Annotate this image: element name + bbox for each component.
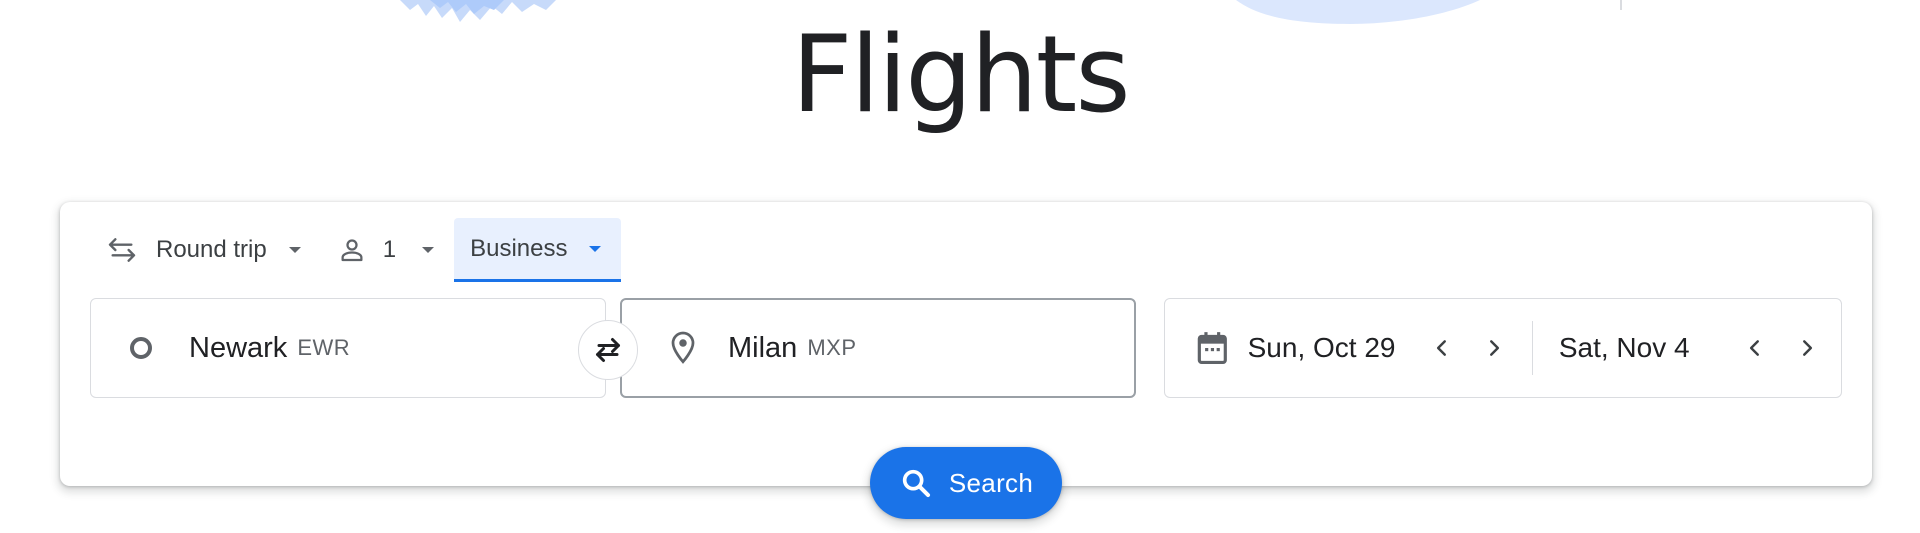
- trip-type-dropdown[interactable]: Round trip: [90, 218, 321, 282]
- page-title: Flights: [791, 13, 1130, 136]
- date-divider: [1531, 321, 1533, 375]
- destination-field[interactable]: Milan MXP: [620, 298, 1136, 398]
- cabin-class-dropdown[interactable]: Business: [454, 218, 622, 282]
- chevron-down-icon: [422, 247, 435, 253]
- departure-next-day-button[interactable]: [1476, 330, 1511, 366]
- swap-icon: [596, 338, 620, 362]
- circle-icon: [130, 337, 152, 359]
- trip-type-label: Round trip: [156, 236, 267, 263]
- cabin-class-label: Business: [470, 234, 568, 262]
- chevron-down-icon: [589, 245, 602, 252]
- departure-previous-day-button[interactable]: [1425, 330, 1460, 366]
- origin-airport-code: EWR: [297, 335, 351, 360]
- origin-city: Newark: [189, 331, 288, 364]
- chevron-left-icon: [1749, 340, 1760, 356]
- search-button-label: Search: [948, 467, 1034, 498]
- return-previous-day-button[interactable]: [1738, 330, 1773, 366]
- swap-arrows-icon: [108, 238, 136, 262]
- trip-options-bar: Round trip 1 Business: [90, 217, 622, 283]
- chevron-right-icon: [1489, 340, 1499, 356]
- passengers-dropdown[interactable]: 1: [321, 218, 454, 282]
- flight-search-card: Round trip 1 Business Newark EWR Milan M…: [60, 202, 1872, 486]
- chevron-right-icon: [1802, 340, 1812, 356]
- return-date[interactable]: Sat, Nov 4: [1559, 332, 1738, 364]
- departure-date[interactable]: Sun, Oct 29: [1248, 332, 1425, 364]
- location-pin-icon: [671, 331, 695, 364]
- passenger-count: 1: [382, 236, 397, 263]
- chevron-left-icon: [1436, 340, 1446, 356]
- date-range-field: Sun, Oct 29 Sat, Nov 4: [1164, 298, 1842, 398]
- search-button[interactable]: Search: [870, 447, 1062, 519]
- search-icon: [902, 469, 930, 498]
- destination-airport-code: MXP: [807, 335, 857, 360]
- origin-field[interactable]: Newark EWR: [90, 298, 606, 398]
- swap-origin-destination-button[interactable]: [578, 320, 638, 380]
- destination-city: Milan: [728, 331, 798, 364]
- calendar-icon: [1197, 332, 1227, 365]
- chevron-down-icon: [288, 247, 301, 253]
- flights-page: Flights Round trip 1 Business Newark EWR…: [0, 0, 1920, 533]
- return-next-day-button[interactable]: [1789, 330, 1824, 366]
- person-icon: [341, 239, 363, 262]
